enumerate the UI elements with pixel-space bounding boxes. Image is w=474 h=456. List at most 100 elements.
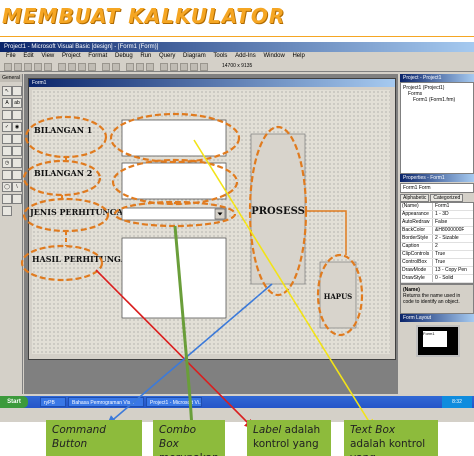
project-explorer-icon[interactable]: [160, 63, 168, 71]
commandbutton-tool-icon[interactable]: [12, 110, 22, 120]
image-tool-icon[interactable]: [2, 194, 12, 204]
menu-help[interactable]: Help: [292, 53, 304, 59]
dirlist-tool-icon[interactable]: [2, 170, 12, 180]
menu-edit[interactable]: Edit: [23, 53, 33, 59]
checkbox-tool-icon[interactable]: ✓: [2, 122, 12, 132]
caption-label: Label adalah kontrol yang: [247, 420, 331, 456]
caption-label-italic: Label: [253, 424, 282, 436]
project-tree: Project1 (Project1) Forms Form1 (Form1.f…: [400, 82, 474, 174]
caption-combo-text: merupakan: [159, 452, 219, 456]
caption-command-button: Command Button: [46, 420, 142, 456]
prop-row[interactable]: (Name) Form1: [401, 203, 473, 211]
task-item[interactable]: Project1 - Microsoft Vi...: [146, 397, 202, 407]
ide-titlebar: Project1 - Microsoft Visual Basic [desig…: [0, 42, 474, 52]
property-description: (Name) Returns the name used in code to …: [400, 284, 474, 314]
save-icon[interactable]: [44, 63, 52, 71]
properties-panel-title: Properties - Form1: [400, 174, 474, 182]
hscroll-tool-icon[interactable]: [2, 146, 12, 156]
properties-object-select[interactable]: Form1 Form: [400, 183, 474, 193]
menu-tools[interactable]: Tools: [213, 53, 227, 59]
menu-project[interactable]: Project: [62, 53, 81, 59]
menu-editor-icon[interactable]: [24, 63, 32, 71]
prop-row[interactable]: AutoRedraw False: [401, 219, 473, 227]
break-icon[interactable]: [136, 63, 144, 71]
prop-row[interactable]: BorderStyle 2 - Sizable: [401, 235, 473, 243]
layout-form-preview[interactable]: Form1: [423, 331, 447, 347]
textbox-tool-icon[interactable]: ab: [12, 98, 22, 108]
label-tool-icon[interactable]: A: [2, 98, 12, 108]
ide-toolbar: 14700 x 9135: [0, 61, 474, 72]
menu-query[interactable]: Query: [159, 53, 175, 59]
title-underline: [0, 36, 474, 37]
frame-tool-icon[interactable]: [2, 110, 12, 120]
menu-run[interactable]: Run: [140, 53, 151, 59]
prop-row[interactable]: DrawMode 13 - Copy Pen: [401, 267, 473, 275]
ide-menubar: File Edit View Project Format Debug Run …: [0, 52, 474, 61]
menu-addins[interactable]: Add-Ins: [235, 53, 256, 59]
right-panels: Project - Project1 Project1 (Project1) F…: [400, 74, 474, 394]
prop-row[interactable]: Caption 2: [401, 243, 473, 251]
toolbox-header: General: [0, 74, 22, 82]
vb-ide-window: Project1 - Microsoft Visual Basic [desig…: [0, 42, 474, 422]
picturebox-tool-icon[interactable]: [12, 86, 22, 96]
prop-row[interactable]: DrawStyle 0 - Solid: [401, 275, 473, 283]
taskbar-clock: 8:32: [442, 396, 472, 408]
combobox-tool-icon[interactable]: [2, 134, 12, 144]
prop-row[interactable]: Appearance 1 - 3D: [401, 211, 473, 219]
caption-combo-box: Combo Box merupakan: [153, 420, 225, 456]
listbox-tool-icon[interactable]: [12, 134, 22, 144]
drivelist-tool-icon[interactable]: [12, 158, 22, 168]
menu-file[interactable]: File: [6, 53, 16, 59]
mdi-area: Form1: [24, 74, 398, 394]
layout-monitor: Form1: [416, 325, 460, 357]
form-layout-icon[interactable]: [180, 63, 188, 71]
start-button[interactable]: Start: [0, 396, 28, 408]
menu-diagram[interactable]: Diagram: [183, 53, 206, 59]
copy-icon[interactable]: [68, 63, 76, 71]
toolbox-icon[interactable]: [200, 63, 208, 71]
shape-tool-icon[interactable]: ◯: [2, 182, 12, 192]
vscroll-tool-icon[interactable]: [12, 146, 22, 156]
pointer-tool-icon[interactable]: ↖: [2, 86, 12, 96]
properties-icon[interactable]: [170, 63, 178, 71]
menu-window[interactable]: Window: [263, 53, 284, 59]
task-item[interactable]: Bahasa Pemrograman Vis...: [68, 397, 144, 407]
size-readout: 14700 x 9135: [222, 63, 253, 69]
caption-textbox-text: adalah kontrol yang: [350, 438, 426, 456]
object-browser-icon[interactable]: [190, 63, 198, 71]
task-item[interactable]: ryPB: [40, 397, 66, 407]
form-canvas[interactable]: [32, 90, 390, 354]
undo-icon[interactable]: [102, 63, 110, 71]
form-designer-window: Form1: [28, 78, 396, 360]
prop-row[interactable]: ControlBox True: [401, 259, 473, 267]
caption-text-box: Text Box adalah kontrol yang: [344, 420, 438, 456]
menu-debug[interactable]: Debug: [115, 53, 133, 59]
find-icon[interactable]: [88, 63, 96, 71]
optionbutton-tool-icon[interactable]: ◉: [12, 122, 22, 132]
taskbar: Start ryPB Bahasa Pemrograman Vis... Pro…: [0, 396, 474, 408]
add-form-icon[interactable]: [14, 63, 22, 71]
new-project-icon[interactable]: [4, 63, 12, 71]
menu-view[interactable]: View: [41, 53, 54, 59]
end-icon[interactable]: [146, 63, 154, 71]
filelist-tool-icon[interactable]: [12, 170, 22, 180]
caption-textbox-italic: Text Box: [350, 424, 396, 436]
data-tool-icon[interactable]: [12, 194, 22, 204]
paste-icon[interactable]: [78, 63, 86, 71]
line-tool-icon[interactable]: \: [12, 182, 22, 192]
form-layout-panel: Form1: [400, 322, 474, 362]
prop-row[interactable]: BackColor &H8000000F: [401, 227, 473, 235]
tree-item-form1[interactable]: Form1 (Form1.frm): [403, 97, 471, 103]
menu-format[interactable]: Format: [88, 53, 107, 59]
desc-text: Returns the name used in code to identif…: [403, 293, 461, 305]
caption-combo-italic: Combo Box: [159, 424, 197, 450]
ole-tool-icon[interactable]: [2, 206, 12, 216]
open-icon[interactable]: [34, 63, 42, 71]
start-icon[interactable]: [126, 63, 134, 71]
timer-tool-icon[interactable]: ◷: [2, 158, 12, 168]
tab-categorized[interactable]: Categorized: [430, 194, 464, 202]
redo-icon[interactable]: [112, 63, 120, 71]
cut-icon[interactable]: [58, 63, 66, 71]
prop-row[interactable]: ClipControls True: [401, 251, 473, 259]
tab-alphabetic[interactable]: Alphabetic: [400, 194, 430, 202]
